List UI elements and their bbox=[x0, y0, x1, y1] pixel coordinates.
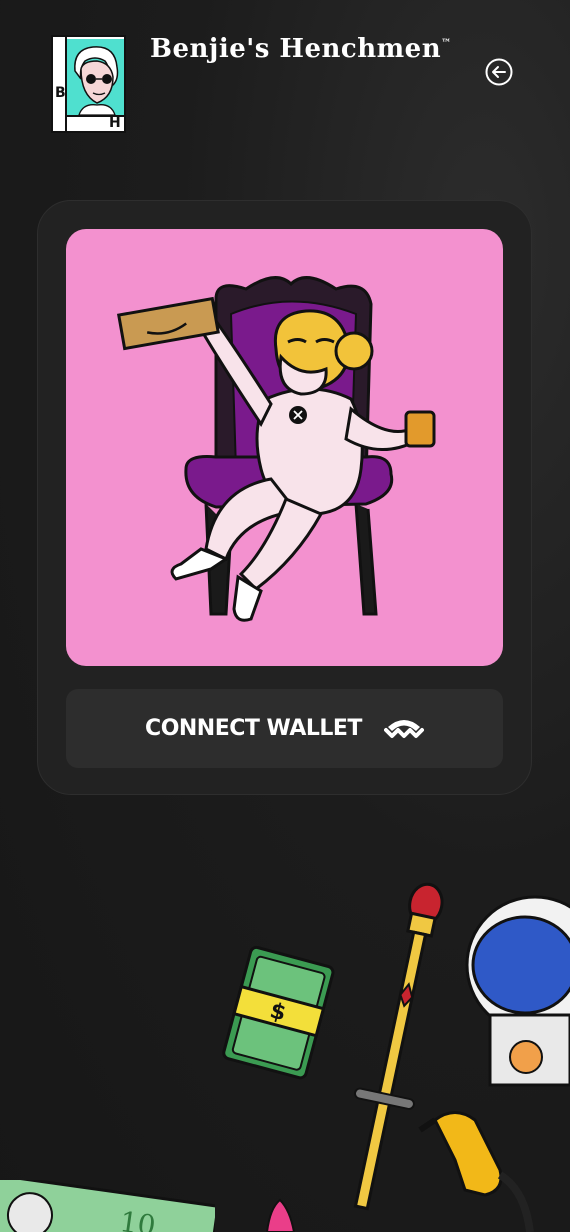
close-icon[interactable] bbox=[289, 406, 307, 424]
brand-title: Benjie's Henchmen™ bbox=[150, 34, 452, 64]
walletconnect-icon bbox=[383, 719, 424, 738]
svg-text:10: 10 bbox=[118, 1205, 158, 1232]
brand-logo[interactable]: B H bbox=[51, 35, 126, 133]
nft-image bbox=[66, 229, 503, 666]
portrait-image bbox=[67, 39, 124, 116]
trademark-mark: ™ bbox=[441, 38, 452, 49]
brand-title-text: Benjie's Henchmen bbox=[150, 34, 442, 64]
arrow-left-circle-icon bbox=[485, 58, 513, 86]
dollar-bill-icon: 10 bbox=[0, 1180, 215, 1232]
connect-wallet-label: CONNECT WALLET bbox=[145, 716, 362, 741]
back-button[interactable] bbox=[485, 58, 513, 86]
astronaut-helmet-icon bbox=[465, 895, 570, 1087]
rocket-icon bbox=[265, 1198, 296, 1232]
fuel-nozzle-icon bbox=[418, 1111, 534, 1232]
money-stack-icon: $ bbox=[222, 945, 335, 1080]
logo-letter-b: B bbox=[55, 85, 66, 101]
connect-wallet-button[interactable]: CONNECT WALLET bbox=[66, 689, 503, 768]
logo-letter-h: H bbox=[109, 115, 121, 131]
